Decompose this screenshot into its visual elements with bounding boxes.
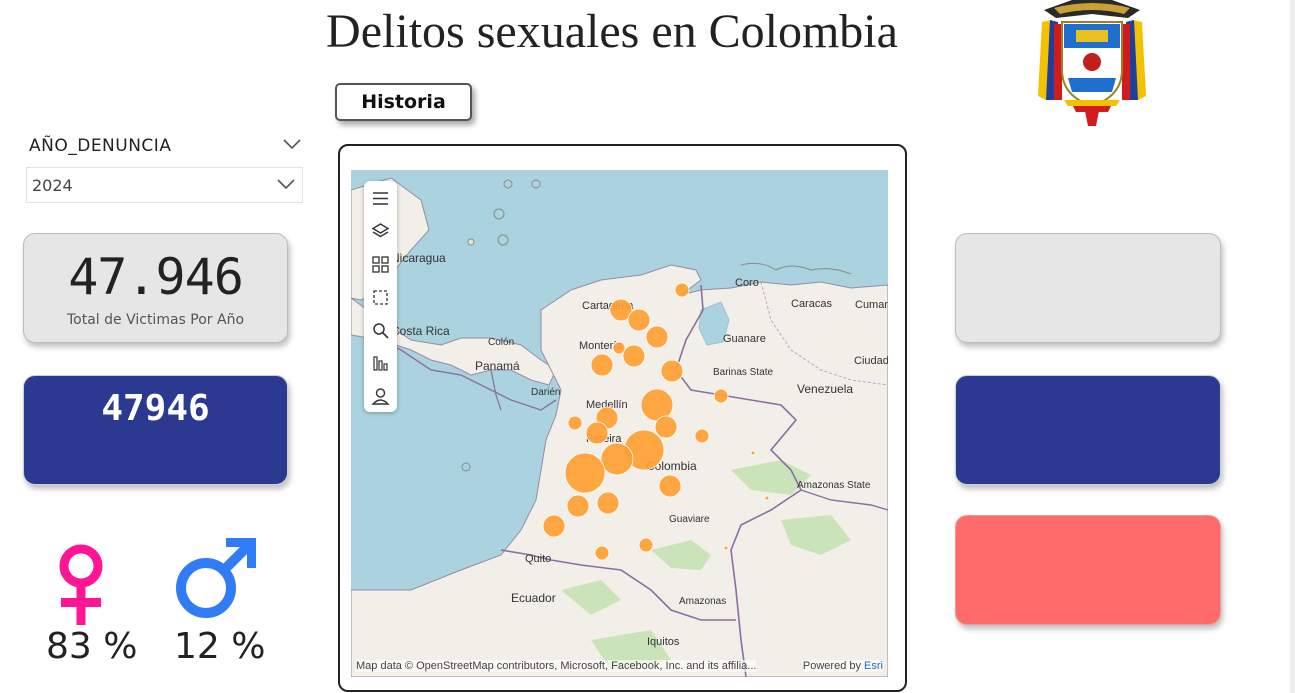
map-label-ecuador: Ecuador bbox=[511, 591, 556, 605]
qr-icon[interactable] bbox=[368, 252, 393, 277]
scrollbar[interactable] bbox=[1290, 0, 1295, 693]
map-label-venezuela: Venezuela bbox=[797, 382, 853, 396]
right-card-gray bbox=[955, 233, 1221, 343]
victims-count-card: 47946 bbox=[23, 375, 288, 485]
map-label-quito: Quito bbox=[525, 553, 551, 565]
bubble[interactable] bbox=[674, 282, 690, 298]
right-card-navy bbox=[955, 375, 1221, 485]
powered-by: Powered by Esri bbox=[802, 660, 883, 672]
map-label-barinas: Barinas State bbox=[713, 367, 773, 378]
map-label-nicaragua: Nicaragua bbox=[391, 251, 446, 265]
map-label-guanare: Guanare bbox=[723, 333, 766, 345]
bubble[interactable] bbox=[654, 415, 678, 439]
esri-link[interactable]: Esri bbox=[864, 660, 883, 672]
coat-of-arms-logo bbox=[1038, 0, 1146, 126]
bubble[interactable] bbox=[660, 359, 684, 383]
bubble[interactable] bbox=[566, 494, 590, 518]
map-label-panama: Panamá bbox=[475, 359, 520, 373]
bubble[interactable] bbox=[658, 474, 682, 498]
chevron-down-icon bbox=[277, 179, 295, 190]
bubble[interactable] bbox=[645, 325, 669, 349]
bubble[interactable] bbox=[627, 308, 651, 332]
bubble[interactable] bbox=[750, 450, 756, 456]
bubble[interactable] bbox=[564, 452, 606, 494]
bubble[interactable] bbox=[590, 353, 614, 377]
person-icon[interactable] bbox=[368, 384, 393, 409]
bubble[interactable] bbox=[638, 537, 654, 553]
history-button[interactable]: Historia bbox=[335, 83, 472, 121]
right-card-coral bbox=[955, 515, 1221, 625]
bubble-map[interactable]: Cartagena Coro Caracas Cumaná Guanare Ci… bbox=[351, 170, 888, 677]
map-label-ciudad: Ciudad bbox=[854, 355, 888, 367]
female-percentage: 83 % bbox=[46, 626, 138, 667]
map-toolbar bbox=[364, 181, 397, 412]
map-label-caracas: Caracas bbox=[791, 298, 832, 310]
map-label-amazonas-state: Amazonas State bbox=[797, 480, 871, 491]
selection-icon[interactable] bbox=[368, 285, 393, 310]
bubble[interactable] bbox=[585, 421, 609, 445]
victims-count-value: 47946 bbox=[101, 388, 210, 429]
bubble[interactable] bbox=[723, 545, 729, 551]
total-victims-card: 47.946 Total de Victimas Por Año bbox=[23, 233, 288, 343]
powered-by-label: Powered by bbox=[802, 660, 861, 672]
map-label-cumana: Cumaná bbox=[855, 299, 888, 311]
map-label-iquitos: Iquitos bbox=[647, 636, 680, 648]
female-symbol-icon bbox=[59, 544, 103, 625]
total-victims-value: 47.946 bbox=[68, 248, 244, 306]
bar-icon[interactable] bbox=[368, 351, 393, 376]
layers-icon[interactable] bbox=[368, 219, 393, 244]
map-label-amazonas: Amazonas bbox=[679, 596, 726, 607]
male-percentage: 12 % bbox=[174, 626, 266, 667]
year-dropdown[interactable]: 2024 bbox=[26, 167, 303, 203]
map-label-coro: Coro bbox=[735, 277, 759, 289]
bubble[interactable] bbox=[713, 388, 729, 404]
male-symbol-icon bbox=[176, 538, 256, 618]
bubble[interactable] bbox=[612, 341, 626, 355]
map-label-guaviare: Guaviare bbox=[669, 514, 710, 525]
bubble[interactable] bbox=[764, 495, 770, 501]
menu-icon[interactable] bbox=[368, 186, 393, 211]
bubble[interactable] bbox=[542, 514, 566, 538]
attribution-text: Map data © OpenStreetMap contributors, M… bbox=[356, 660, 757, 672]
dropdown-selected-value: 2024 bbox=[32, 176, 73, 195]
map-label-darien: Darién bbox=[531, 387, 560, 398]
bubble[interactable] bbox=[694, 428, 710, 444]
bubble[interactable] bbox=[567, 415, 583, 431]
search-icon[interactable] bbox=[368, 318, 393, 343]
total-victims-label: Total de Victimas Por Año bbox=[66, 312, 245, 328]
chevron-down-icon[interactable] bbox=[282, 137, 302, 151]
map-attribution: Map data © OpenStreetMap contributors, M… bbox=[351, 657, 888, 675]
bubble[interactable] bbox=[622, 344, 646, 368]
slicer-title: AÑO_DENUNCIA bbox=[29, 136, 172, 156]
bubble[interactable] bbox=[596, 491, 620, 515]
map-label-costa-rica: Costa Rica bbox=[391, 324, 450, 338]
bubble[interactable] bbox=[594, 545, 610, 561]
map-label-colon: Colón bbox=[488, 337, 514, 348]
bubble[interactable] bbox=[600, 442, 634, 476]
